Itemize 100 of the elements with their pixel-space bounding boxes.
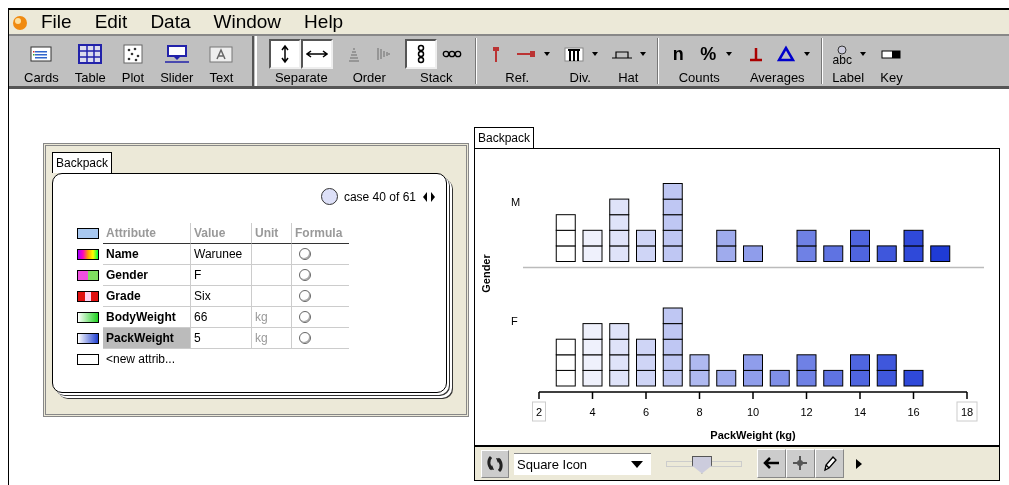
axis-title: PackWeight (kg) — [710, 429, 796, 441]
case-square[interactable] — [716, 369, 737, 387]
toolbar-button[interactable]: % — [693, 40, 724, 68]
axis-bound-field[interactable] — [956, 401, 978, 422]
case-square[interactable] — [823, 369, 844, 387]
crosshair-icon — [791, 455, 810, 472]
attribute-name[interactable]: PackWeight — [103, 328, 190, 349]
case-square[interactable] — [769, 369, 790, 387]
case-square[interactable] — [609, 323, 630, 340]
case-square[interactable] — [636, 338, 656, 356]
rotate-arrows-icon — [486, 453, 504, 474]
attribute-swatch — [77, 291, 99, 302]
toolbar-label: Hat — [617, 70, 640, 85]
toolbar-button[interactable]: n — [663, 40, 694, 68]
toolbar-label: Stack — [419, 70, 454, 85]
toolbar-button[interactable] — [269, 39, 302, 69]
case-square[interactable] — [903, 369, 924, 387]
caret-icon[interactable] — [726, 52, 733, 56]
icon-dropdown[interactable]: Square Icon — [514, 452, 651, 475]
toolbar-label: Label — [831, 70, 866, 85]
pencil-button[interactable] — [815, 449, 844, 478]
case-square[interactable] — [743, 354, 763, 371]
case-square[interactable] — [743, 245, 763, 262]
case-square[interactable] — [555, 338, 576, 356]
column-header: Attribute — [103, 223, 190, 244]
group-label: M — [511, 196, 521, 209]
unit-cell: kg — [251, 307, 291, 328]
tick-label: 16 — [907, 406, 920, 418]
tick-label: 8 — [696, 406, 703, 418]
attribute-name[interactable]: Gender — [103, 265, 190, 286]
case-square[interactable] — [662, 183, 683, 200]
window-tab[interactable]: Backpack — [52, 152, 113, 173]
rotate-button[interactable] — [481, 449, 509, 478]
toolbar-label: Slider — [159, 70, 195, 85]
caret-icon[interactable] — [860, 52, 867, 56]
case-square[interactable] — [662, 307, 683, 325]
triangle-icon — [777, 44, 796, 64]
toolbar-label: Counts — [677, 70, 721, 85]
value-cell: Six — [190, 286, 251, 307]
new-attribute-label[interactable]: <new attrib... — [103, 349, 251, 369]
group-label: F — [511, 314, 518, 327]
toolbar-label: Table — [73, 70, 107, 85]
menu-item[interactable]: Window — [201, 11, 293, 33]
case-square[interactable] — [876, 354, 897, 371]
attribute-name[interactable]: Name — [103, 244, 190, 265]
crosshair-button[interactable] — [786, 449, 815, 478]
toolbar-label: Div. — [568, 70, 592, 85]
case-square[interactable] — [716, 229, 737, 247]
case-square[interactable] — [903, 229, 924, 247]
menu-item[interactable]: Edit — [82, 11, 139, 33]
case-circle-icon[interactable] — [320, 188, 338, 205]
attribute-swatch — [77, 228, 99, 239]
toolbar-button[interactable] — [405, 39, 438, 69]
attribute-swatch — [77, 249, 99, 260]
caret-icon[interactable] — [592, 52, 599, 56]
tick-label: 4 — [589, 406, 596, 418]
toolbar-button[interactable] — [301, 39, 334, 69]
column-header: Unit — [251, 223, 291, 244]
case-square[interactable] — [850, 229, 870, 247]
menu-item[interactable]: Help — [292, 11, 355, 33]
case-square[interactable] — [555, 214, 576, 231]
case-square[interactable] — [876, 245, 897, 262]
slider-thumb[interactable] — [691, 455, 712, 474]
case-square[interactable] — [796, 229, 817, 247]
attribute-name[interactable]: Grade — [103, 286, 190, 307]
text-icon — [209, 44, 234, 64]
case-square[interactable] — [582, 229, 603, 247]
axis-bound-field[interactable] — [532, 401, 546, 422]
size-slider[interactable] — [666, 454, 742, 473]
case-square[interactable] — [636, 229, 656, 247]
dropdown-arrow-icon — [631, 460, 643, 468]
case-square[interactable] — [609, 198, 630, 216]
case-square[interactable] — [930, 245, 951, 262]
toolbar-label: Averages — [748, 70, 806, 85]
caret-icon[interactable] — [804, 52, 811, 56]
caret-icon[interactable] — [640, 52, 647, 56]
tick-label: 18 — [960, 406, 974, 418]
unit-cell: kg — [251, 328, 291, 349]
menu-item[interactable]: Data — [138, 11, 202, 33]
tick-label: 14 — [853, 406, 867, 418]
case-square[interactable] — [689, 354, 710, 371]
tick-label: 12 — [800, 406, 813, 418]
caret-icon[interactable] — [544, 52, 551, 56]
tick-label: 6 — [642, 406, 650, 418]
column-header: Formula — [291, 223, 349, 244]
case-label: case 40 of 61 — [343, 189, 416, 204]
case-square[interactable] — [582, 323, 603, 340]
arrow-button[interactable] — [757, 449, 786, 478]
toolbar-label: Key — [879, 70, 904, 85]
case-square[interactable] — [823, 245, 844, 262]
toolbar-label: Plot — [120, 70, 146, 85]
menu-item[interactable]: File — [29, 11, 83, 33]
table-icon — [78, 44, 103, 64]
attribute-swatch — [77, 270, 99, 281]
plot-icon — [122, 44, 143, 64]
tick-label: 2 — [535, 406, 543, 418]
toolbar-label: Separate — [273, 70, 329, 85]
toolbar-button[interactable]: abc — [827, 40, 858, 68]
attribute-swatch — [77, 333, 99, 344]
window-tab[interactable]: Backpack — [474, 127, 535, 148]
